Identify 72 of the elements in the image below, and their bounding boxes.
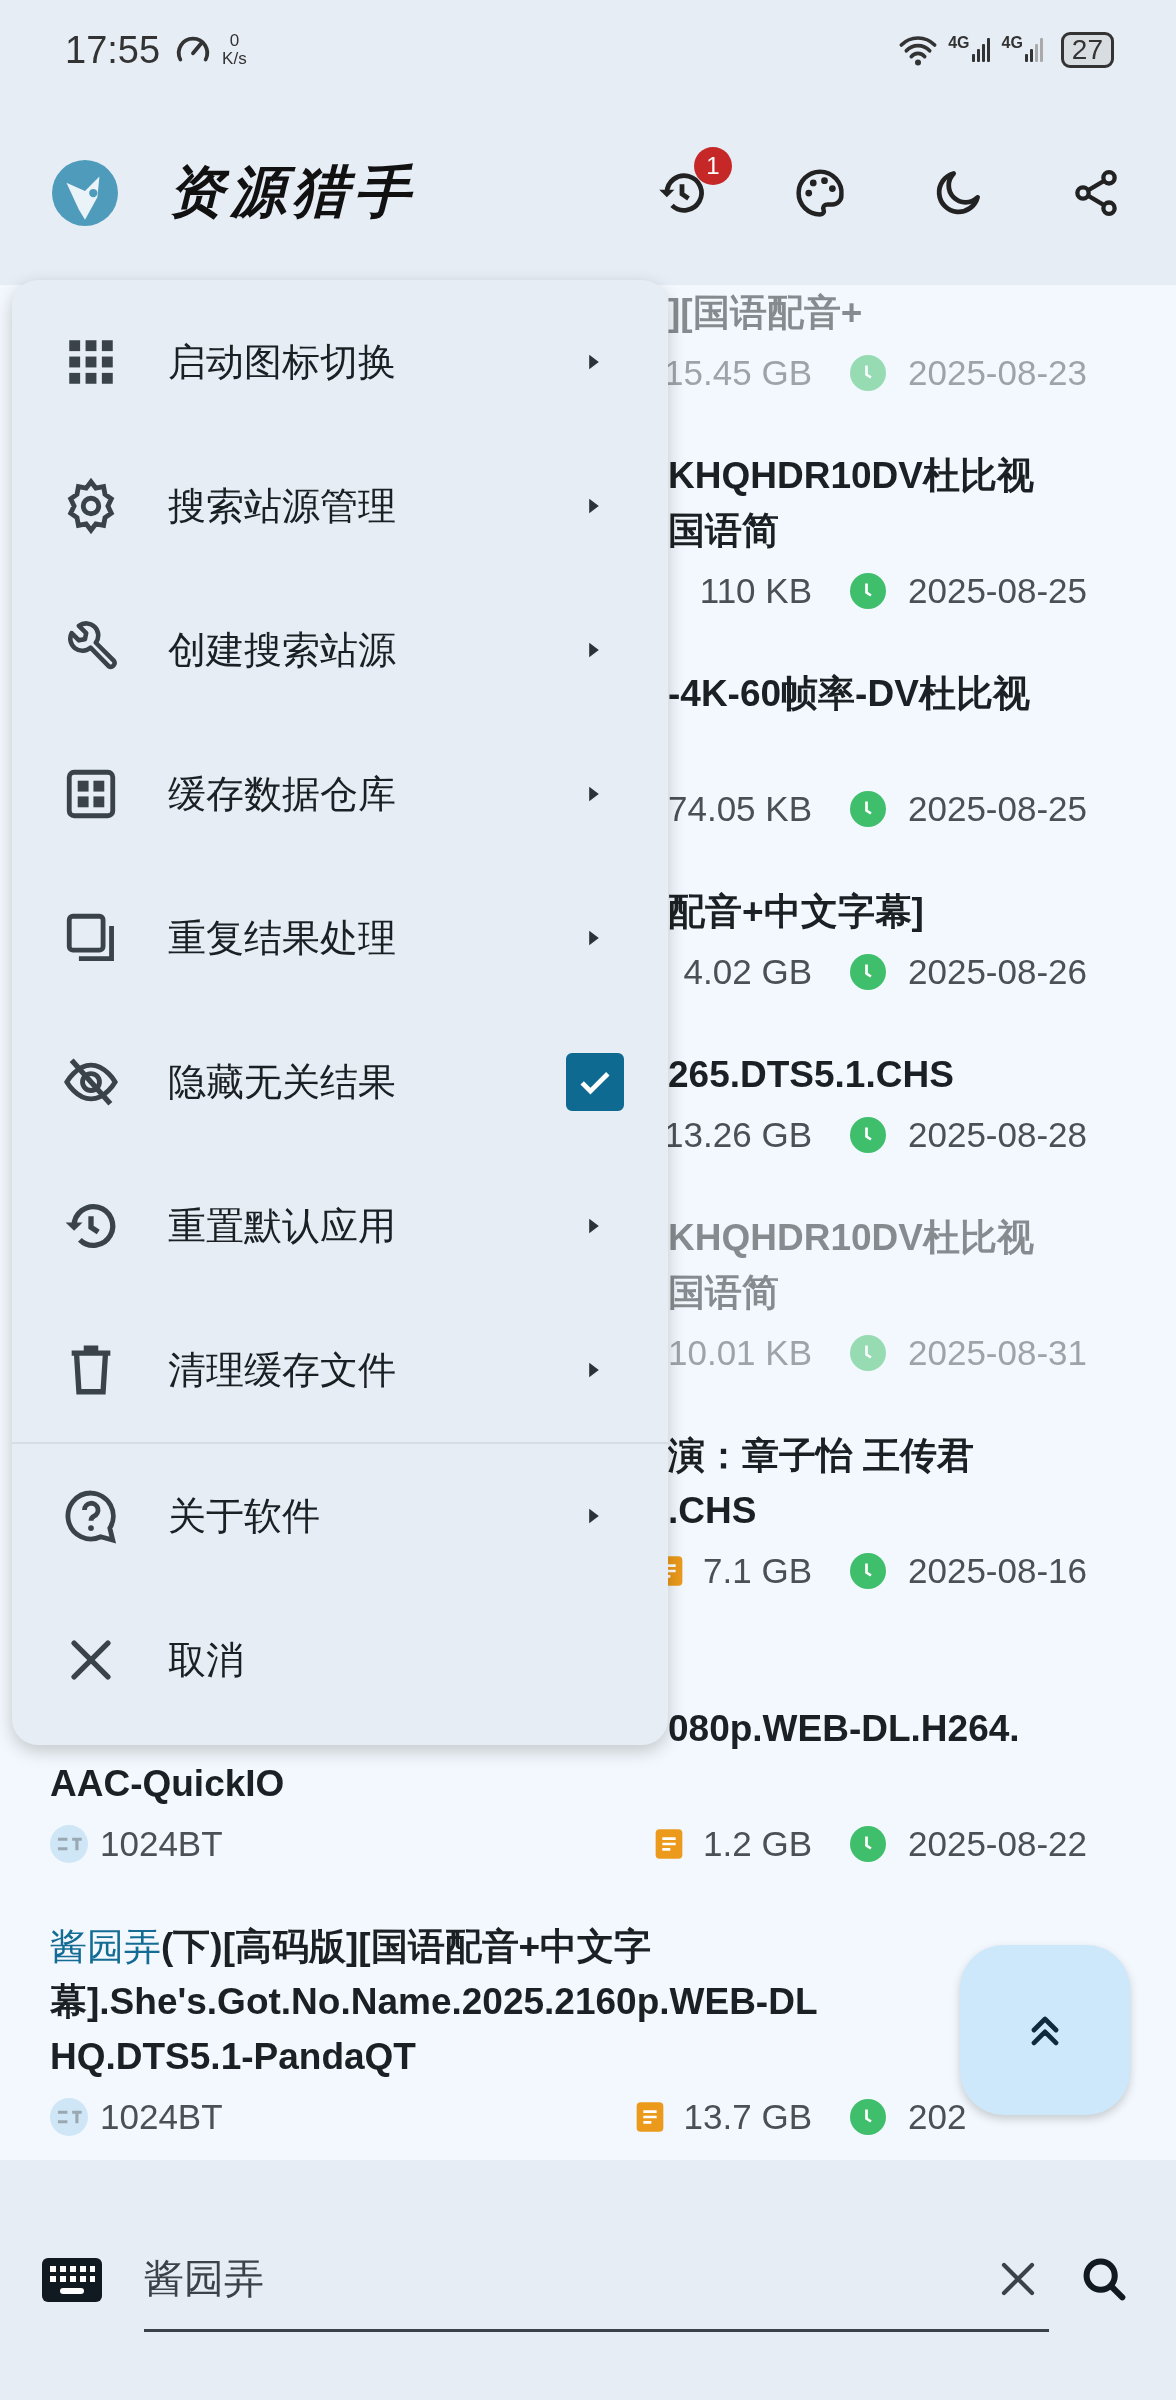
file-size: 74.05 KB [668,789,812,829]
date-text: 2025-08-31 [908,1333,1089,1373]
file-size: 10.01 KB [668,1333,812,1373]
source-name: 1024BT [100,2097,223,2137]
date-text: 2025-08-23 [908,353,1089,393]
file-size: 1.2 GB [703,1824,812,1864]
file-size: 7.1 GB [703,1551,812,1591]
menu-item[interactable]: 重置默认应用 [12,1154,668,1298]
menu-item[interactable]: 缓存数据仓库 [12,722,668,866]
submenu-arrow-icon [588,1507,600,1525]
clock-icon [850,2099,886,2135]
submenu-arrow-icon [588,1217,600,1235]
file-size: 13.7 GB [683,2097,812,2137]
date-text: 202 [908,2097,968,2137]
signal-icon [971,36,992,64]
clock-icon [850,954,886,990]
speed-value: 0 [229,32,240,50]
menu-item[interactable]: 清理缓存文件 [12,1298,668,1442]
result-title[interactable]: KHQHDR10DV杜比视 [668,448,1034,503]
menu-item[interactable]: 重复结果处理 [12,866,668,1010]
date-text: 2025-08-25 [908,789,1089,829]
clock-icon [850,791,886,827]
clock-icon [850,1826,886,1862]
submenu-arrow-icon [588,929,600,947]
app-logo-icon [52,159,118,226]
submenu-arrow-icon [588,1361,600,1379]
clock-icon [850,1553,886,1589]
source-name: 1024BT [100,1824,223,1864]
result-title[interactable]: 配音+中文字幕] [668,884,924,939]
speed-unit: K/s [222,50,247,68]
clock-icon [850,573,886,609]
clock-icon [850,1335,886,1371]
submenu-arrow-icon [588,785,600,803]
source-icon [50,2098,88,2136]
result-title[interactable]: 265.DTS5.1.CHS [668,1047,954,1102]
result-title[interactable]: 酱园弄(下)[高码版][国语配音+中文字 [50,1919,652,1974]
date-text: 2025-08-25 [908,571,1089,611]
file-size: 110 KB [699,571,812,611]
source-icon [50,1825,88,1863]
battery-indicator: 27 [1060,32,1114,68]
menu-item[interactable]: 取消 [12,1588,668,1732]
result-title[interactable]: -4K-60帧率-DV杜比视 [668,666,1030,721]
signal-icon [1024,36,1045,64]
result-title[interactable]: 国语简 [668,503,779,558]
clock-icon [850,355,886,391]
result-title[interactable]: AAC-QuickIO [50,1756,285,1811]
network-label: 4G [1001,34,1023,52]
date-text: 2025-08-16 [908,1551,1089,1591]
date-text: 2025-08-22 [908,1824,1089,1864]
menu-item[interactable]: 创建搜索站源 [12,578,668,722]
menu-item[interactable]: 关于软件 [12,1444,668,1588]
clock-time: 17:55 [65,28,161,72]
result-title[interactable]: .CHS [668,1483,757,1538]
submenu-arrow-icon [588,353,600,371]
notification-badge: 1 [694,146,732,185]
submenu-arrow-icon [588,497,600,515]
result-title[interactable]: 幕].She's.Got.No.Name.2025.2160p.WEB-DL [50,1974,818,2029]
checkbox[interactable] [566,1053,624,1111]
app-title: 资源猎手 [168,156,416,226]
network-label: 4G [948,34,970,52]
clock-icon [850,1117,886,1153]
file-size: 4.02 GB [683,952,812,992]
submenu-arrow-icon [588,641,600,659]
search-input[interactable]: 酱园弄 [144,2256,997,2301]
menu-item[interactable]: 搜索站源管理 [12,434,668,578]
result-title[interactable]: 演：章子怡 王传君 [668,1428,975,1483]
result-title[interactable]: 080p.WEB-DL.H264. [668,1701,1020,1756]
date-text: 2025-08-26 [908,952,1089,992]
result-title[interactable]: HQ.DTS5.1-PandaQT [50,2029,416,2084]
date-text: 2025-08-28 [908,1115,1089,1155]
wifi-icon [898,33,939,67]
keyboard-icon[interactable] [42,2258,102,2302]
